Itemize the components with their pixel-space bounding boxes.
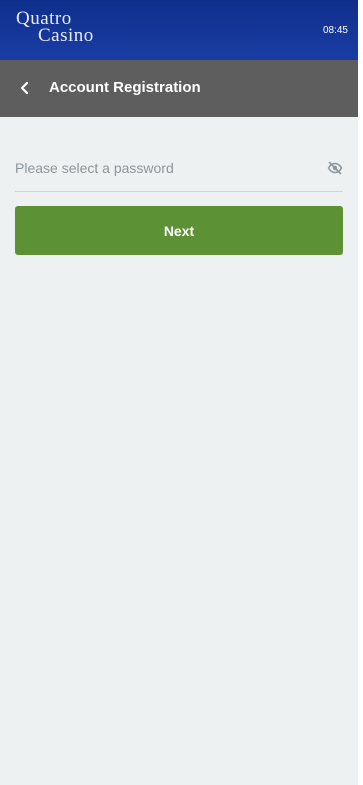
brand-bar: Quatro Casino 08:45 [0,0,358,60]
page-title: Account Registration [49,79,201,96]
password-field [15,145,343,192]
clock-time: 08:45 [322,25,348,36]
next-button[interactable]: Next [15,206,343,255]
eye-off-icon [327,161,343,175]
right-edge-strip [358,0,363,785]
chevron-left-icon [20,81,29,95]
back-button[interactable] [18,80,32,96]
logo-line-2: Casino [38,25,94,46]
quatro-casino-logo: Quatro Casino [16,9,94,45]
password-input[interactable] [15,156,315,180]
toggle-password-visibility[interactable] [327,160,343,176]
app-root: Quatro Casino 08:45 Account Registration… [0,0,363,785]
page-header: Account Registration [0,60,358,117]
